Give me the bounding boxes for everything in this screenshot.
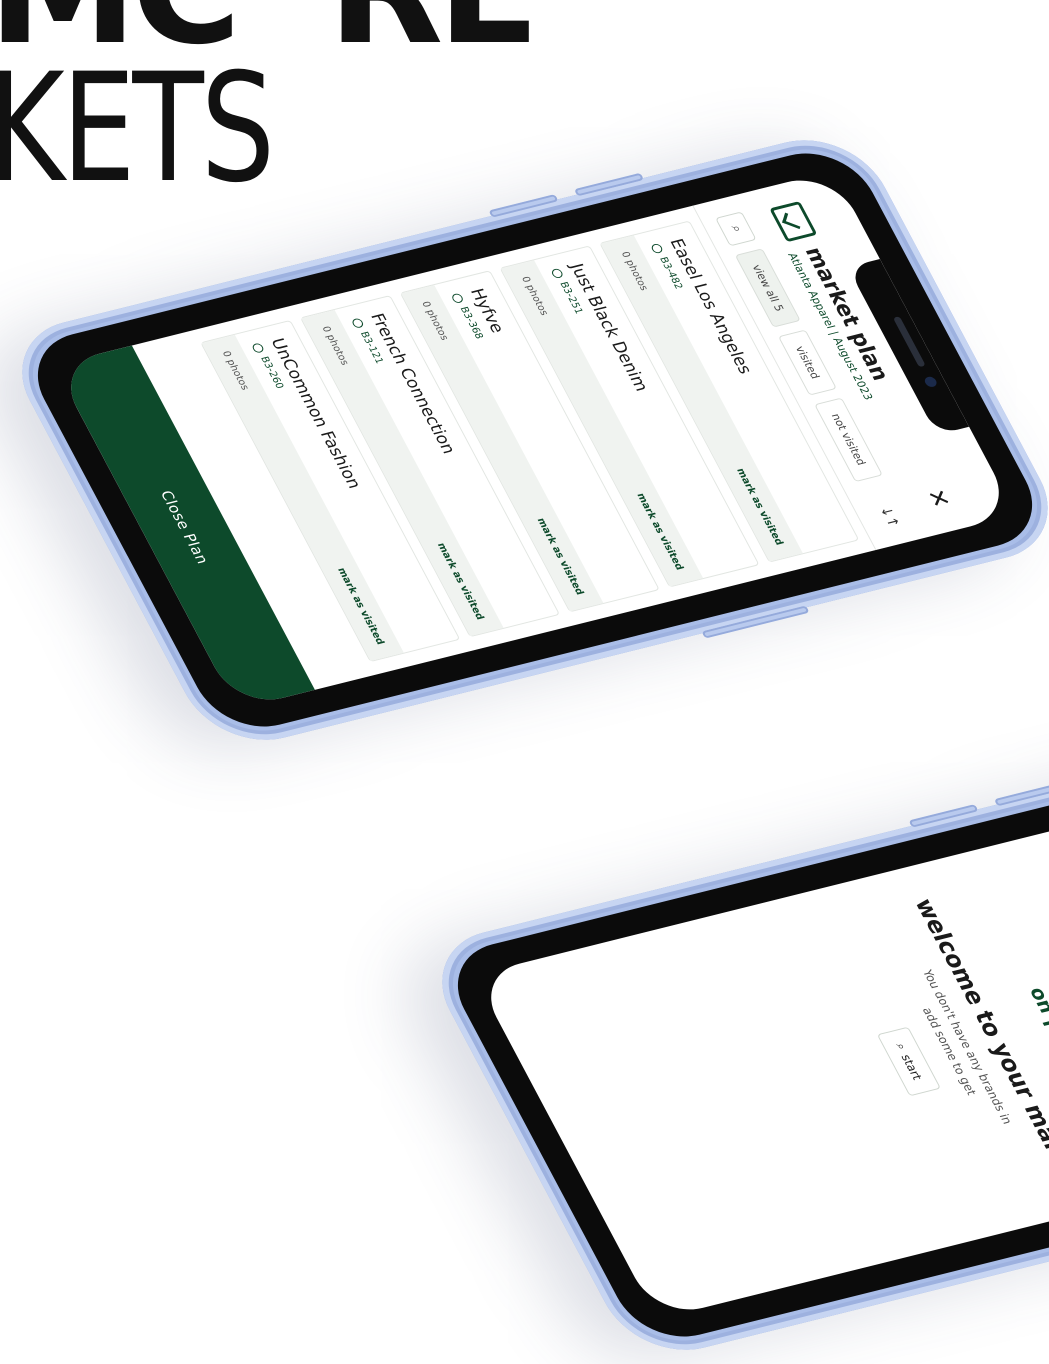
phone-side-button xyxy=(993,782,1049,807)
location-pin-icon xyxy=(550,267,565,279)
market-plan-logo-icon xyxy=(769,201,818,243)
phone-market-plan-empty: market plan Atlanta Apparel | August 202… xyxy=(417,735,1049,1364)
location-pin-icon xyxy=(251,342,266,354)
photo-count: 0 photos xyxy=(518,275,550,317)
close-icon[interactable]: ✕ xyxy=(920,486,956,510)
search-icon[interactable]: ⌕ xyxy=(715,211,758,247)
headline-line2: KETS xyxy=(0,42,275,216)
phone-screen: market plan Atlanta Apparel | August 202… xyxy=(53,170,1017,710)
speaker-grille xyxy=(892,316,926,368)
location-pin-icon xyxy=(650,242,665,255)
headline-line1b: RE xyxy=(328,0,540,78)
photo-count: 0 photos xyxy=(419,300,450,342)
phone-market-plan-list: market plan Atlanta Apparel | August 202… xyxy=(0,125,1049,755)
phone-side-button xyxy=(488,194,559,218)
phone-screen: market plan Atlanta Apparel | August 202… xyxy=(473,780,1049,1320)
sort-icon[interactable]: ↓↑ xyxy=(876,505,902,530)
phone-bezel: market plan Atlanta Apparel | August 202… xyxy=(437,751,1049,1349)
empty-state: on plan welcome to your marke You don't … xyxy=(801,803,1049,1237)
photo-count: 0 photos xyxy=(319,325,351,367)
headline: MC RE KETS xyxy=(0,0,540,216)
location-pin-icon xyxy=(351,317,366,329)
phone-bezel: market plan Atlanta Apparel | August 202… xyxy=(17,141,1049,739)
headline-line1: MC xyxy=(0,0,241,78)
location-pin-icon xyxy=(450,292,466,304)
front-camera xyxy=(922,375,939,389)
search-icon: ⌕ xyxy=(892,1041,910,1052)
photo-count: 0 photos xyxy=(219,350,251,392)
phone-side-button xyxy=(573,172,645,197)
phone-side-button xyxy=(908,804,979,828)
start-button-label: start xyxy=(898,1053,925,1082)
photo-count: 0 photos xyxy=(618,250,650,292)
